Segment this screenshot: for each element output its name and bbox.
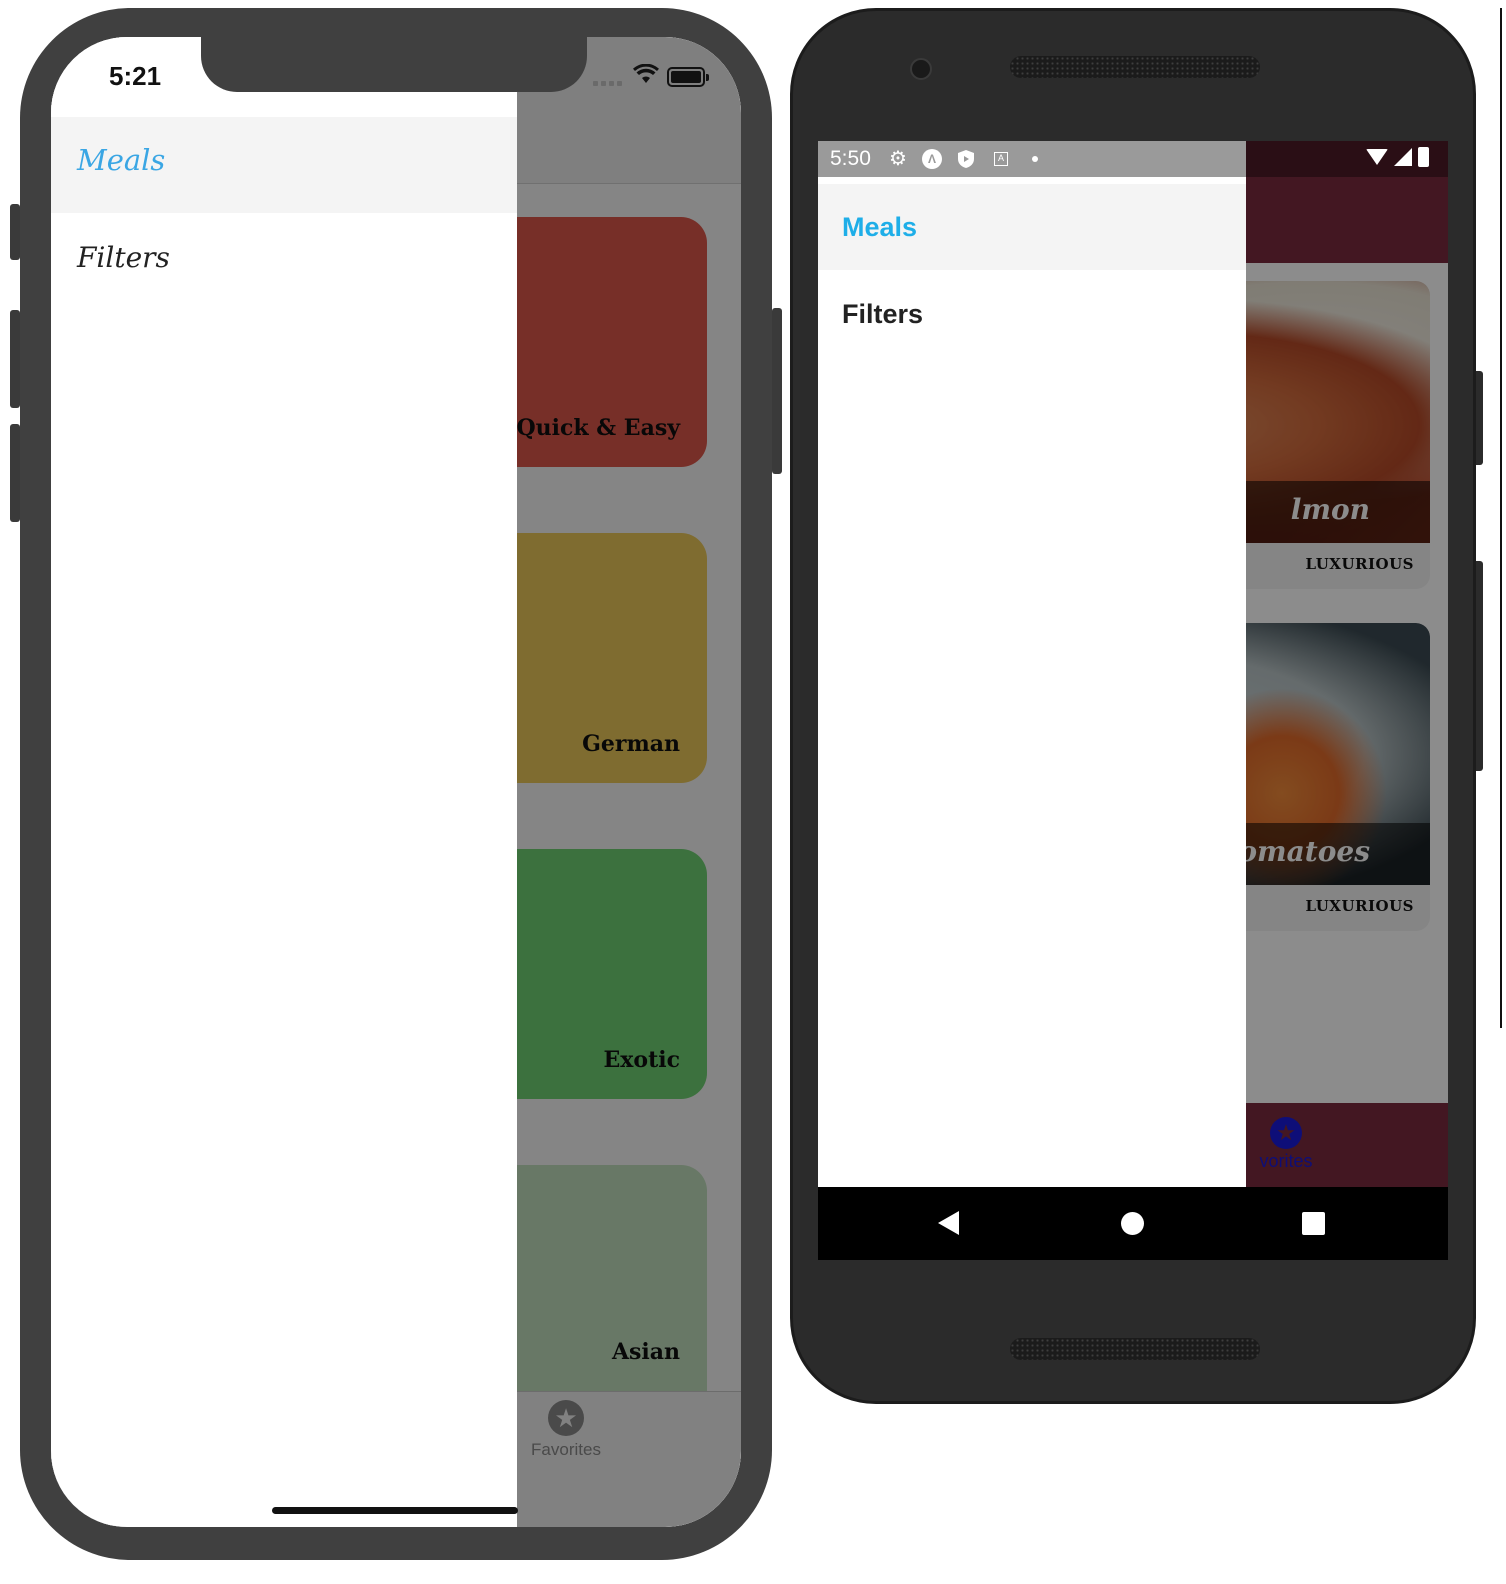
cellular-signal-icon — [1394, 148, 1412, 166]
iphone-power-button — [772, 308, 782, 474]
drawer-item-meals-label: Meals — [77, 143, 166, 177]
drawer-item-filters[interactable]: Filters — [77, 241, 170, 274]
bottom-speaker — [1010, 1338, 1260, 1360]
iphone-silent-switch — [10, 204, 20, 260]
drawer-item-meals[interactable]: Meals — [818, 184, 1246, 270]
wifi-icon — [633, 63, 659, 91]
back-icon[interactable] — [938, 1211, 959, 1235]
front-camera — [910, 58, 932, 80]
gear-icon: ⚙ — [889, 148, 907, 170]
wifi-icon — [1366, 149, 1388, 165]
home-icon[interactable] — [1121, 1212, 1144, 1235]
battery-icon — [667, 67, 709, 87]
iphone-screen: Quick & Easy German Exotic Asian ★ Favor… — [51, 37, 741, 1527]
drawer-item-meals-label: Meals — [842, 212, 918, 242]
dot-icon — [1032, 156, 1038, 162]
android-volume-button — [1476, 561, 1483, 771]
iphone-notch — [201, 37, 587, 92]
top-speaker — [1010, 56, 1260, 78]
navigation-drawer: Meals Filters — [818, 141, 1246, 1187]
android-power-button — [1476, 371, 1483, 465]
recent-apps-icon[interactable] — [1302, 1212, 1325, 1235]
android-screen: lmon LUXURIOUS y Tomatoes LUXURIOUS ★ vo… — [818, 141, 1448, 1260]
a-icon: Λ — [922, 149, 942, 169]
status-time: 5:50 — [830, 147, 871, 170]
home-indicator[interactable] — [272, 1507, 518, 1514]
shield-icon — [956, 149, 976, 169]
status-time: 5:21 — [109, 61, 162, 91]
battery-icon — [1418, 147, 1429, 167]
system-navigation-bar — [818, 1187, 1448, 1260]
drawer-item-meals[interactable]: Meals — [51, 117, 517, 213]
iphone-volume-up-button — [10, 310, 20, 408]
navigation-drawer: Meals Filters — [51, 37, 517, 1527]
system-status-icons — [1366, 147, 1429, 167]
iphone-volume-down-button — [10, 424, 20, 522]
window-edge-line — [1500, 8, 1502, 1028]
cellular-signal-icon — [593, 81, 622, 86]
a-box-icon: A — [994, 152, 1008, 166]
drawer-item-filters[interactable]: Filters — [842, 299, 923, 330]
